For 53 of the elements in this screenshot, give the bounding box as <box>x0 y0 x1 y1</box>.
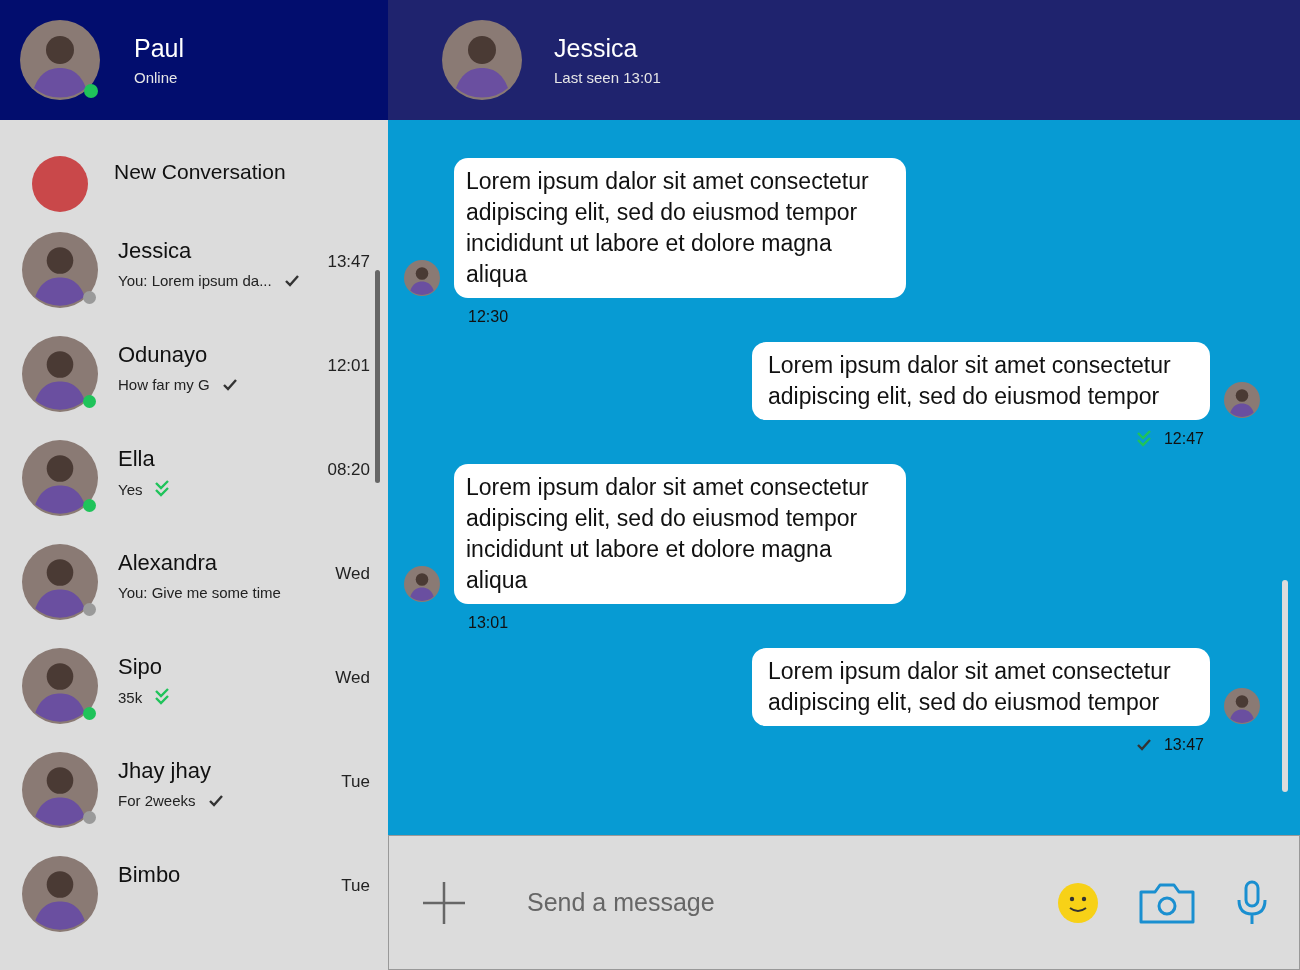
contact-name: Bimbo <box>118 862 182 888</box>
microphone-icon[interactable] <box>1235 879 1269 926</box>
conversation-item[interactable]: Bimbo Tue <box>0 856 388 960</box>
avatar-placeholder <box>404 566 440 602</box>
message-bubble: Lorem ipsum dalor sit amet consectetur adipiscing elit, sed do eiusmod tempor incididunt ut labore et dolore magna aliqua <box>454 464 906 604</box>
conversation-time: Tue <box>341 875 370 896</box>
emoji-icon[interactable] <box>1057 881 1099 924</box>
conversation-time: 08:20 <box>327 459 370 480</box>
message-time: 13:01 <box>468 614 509 632</box>
message-preview: 35k <box>118 688 143 706</box>
contact-name: Odunayo <box>118 342 209 368</box>
conversation-time: Wed <box>335 563 370 584</box>
contact-name: Jessica <box>554 34 639 63</box>
contact-name: Jhay jhay <box>118 758 212 784</box>
new-conversation-icon <box>32 156 88 212</box>
message-preview: Yes <box>118 480 143 498</box>
conversation-item[interactable]: Sipo 35k Wed <box>0 648 388 752</box>
conversation-item[interactable]: Ella Yes 08:20 <box>0 440 388 544</box>
avatar-placeholder <box>404 260 440 296</box>
conversation-time: Wed <box>335 667 370 688</box>
conversation-time: 12:01 <box>327 355 370 376</box>
message-preview: For 2weeks <box>118 792 196 809</box>
message-preview: How far my G <box>118 376 210 393</box>
contact-name: Ella <box>118 446 156 472</box>
contact-name: Alexandra <box>118 550 219 576</box>
contact-name: Jessica <box>118 238 193 264</box>
avatar-placeholder <box>1224 688 1260 724</box>
user-name: Paul <box>134 34 185 63</box>
message-time: 12:47 <box>1163 430 1204 448</box>
scrollbar[interactable] <box>375 270 380 483</box>
message-bubble: Lorem ipsum dalor sit amet consectetur adipiscing elit, sed do eiusmod tempor incididunt ut labore et dolore magna aliqua <box>454 158 906 298</box>
contact-name: Sipo <box>118 654 164 680</box>
message-input-field[interactable]: Send a message <box>507 880 1017 925</box>
message-bubble: Lorem ipsum dalor sit amet consectetur adipiscing elit, sed do eiusmod tempor <box>752 648 1210 726</box>
camera-icon[interactable] <box>1139 881 1195 924</box>
message-time: 13:47 <box>1163 736 1204 754</box>
add-icon[interactable] <box>421 879 467 926</box>
conversation-item[interactable]: Odunayo How far my G 12:01 <box>0 336 388 440</box>
scrollbar[interactable] <box>1282 580 1288 792</box>
conversation-time: Tue <box>341 771 370 792</box>
last-seen-status: Last seen 13:01 <box>554 69 661 86</box>
conversation-item[interactable]: Alexandra You: Give me some time Wed <box>0 544 388 648</box>
conversation-time: 13:47 <box>327 251 370 272</box>
message-preview: You: Lorem ipsum da... <box>118 272 272 289</box>
new-conversation-item[interactable]: New Conversation <box>0 120 388 232</box>
conversation-item[interactable]: Jhay jhay For 2weeks Tue <box>0 752 388 856</box>
message-preview: You: Give me some time <box>118 584 281 601</box>
new-conversation-label: New Conversation <box>114 159 286 184</box>
message-time: 12:30 <box>468 308 509 326</box>
message-bubble: Lorem ipsum dalor sit amet consectetur adipiscing elit, sed do eiusmod tempor <box>752 342 1210 420</box>
user-status: Online <box>134 69 179 86</box>
avatar-placeholder <box>1224 382 1260 418</box>
conversation-item[interactable]: Jessica You: Lorem ipsum da... 13:47 <box>0 232 388 336</box>
